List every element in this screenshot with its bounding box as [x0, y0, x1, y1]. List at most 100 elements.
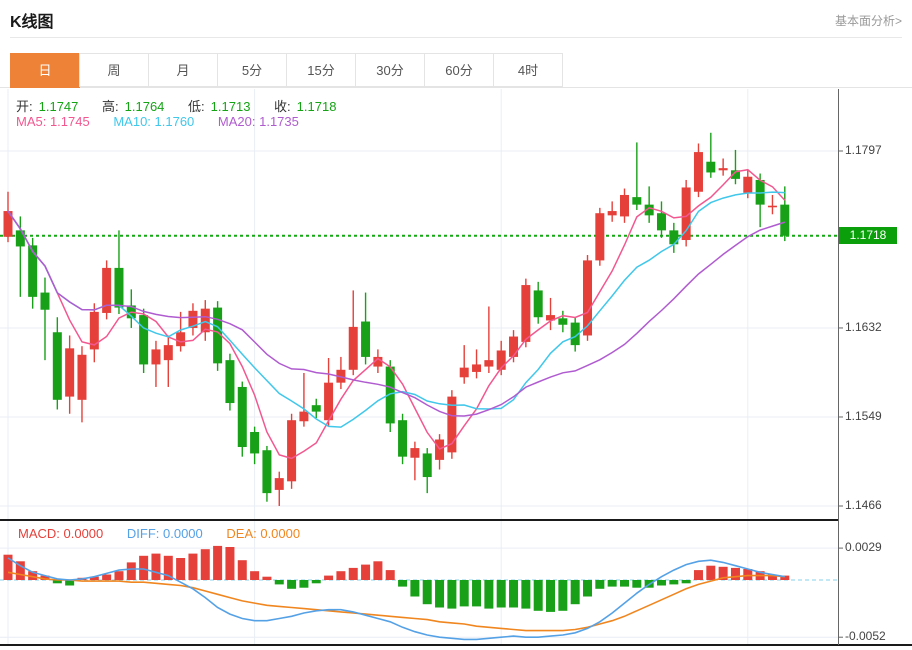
ma20-legend-item: MA20: 1.1735: [217, 114, 299, 129]
ma5-line: [7, 168, 786, 460]
candle-body: [583, 260, 593, 336]
macd-bar: [176, 558, 186, 580]
macd-bar: [299, 580, 309, 588]
candle-body: [176, 332, 186, 347]
tab-30min[interactable]: 30分: [355, 53, 425, 87]
candle-body: [669, 230, 679, 245]
ma10-line: [7, 191, 785, 428]
candle-body: [114, 267, 124, 308]
ma-legend: MA5: 1.1745 MA10: 1.1760 MA20: 1.1735: [16, 114, 305, 129]
macd-bar: [484, 580, 494, 609]
candle-body: [656, 213, 666, 231]
close-label: 收:: [274, 99, 291, 114]
candle-body: [706, 161, 716, 173]
macd-bar: [410, 580, 420, 597]
price-tick-label: 1.1632: [845, 319, 882, 334]
macd-bar: [558, 580, 568, 611]
macd-bar: [472, 580, 482, 607]
candle-body: [15, 230, 25, 247]
candle-body: [398, 420, 408, 457]
tab-day[interactable]: 日: [10, 53, 80, 88]
interval-tabbar: 日 周 月 5分 15分 30分 60分 4时: [10, 53, 563, 88]
macd-bar: [595, 580, 605, 589]
price-tick-label: 1.1466: [845, 497, 882, 512]
macd-bar: [213, 545, 223, 580]
candle-body: [472, 364, 482, 372]
candle-body: [607, 211, 617, 216]
macd-bar: [200, 549, 210, 580]
candle-body: [632, 197, 642, 205]
high-label: 高:: [102, 99, 119, 114]
macd-bar: [656, 580, 666, 586]
candle-body: [767, 205, 777, 208]
tab-15min[interactable]: 15分: [286, 53, 356, 87]
tab-week[interactable]: 周: [79, 53, 149, 87]
macd-legend-item: MACD: 0.0000: [18, 526, 104, 541]
macd-bar: [693, 570, 703, 580]
candle-body: [348, 326, 358, 370]
price-tick-label: 1.1549: [845, 408, 882, 423]
candle-body: [361, 321, 371, 357]
candle-body: [595, 213, 605, 261]
macd-bar: [496, 580, 506, 608]
candle-body: [139, 315, 149, 365]
candle-body: [743, 176, 753, 193]
macd-bar: [311, 580, 321, 584]
candle-body: [422, 453, 432, 478]
macd-bar: [225, 547, 235, 580]
open-label: 开:: [16, 99, 33, 114]
candle-body: [410, 448, 420, 458]
macd-bar: [287, 580, 297, 589]
macd-tick-label: -0.0052: [845, 629, 886, 644]
candle-body: [693, 152, 703, 192]
macd-bar: [607, 580, 617, 587]
close-value: 1.1718: [296, 99, 337, 114]
open-value: 1.1747: [38, 99, 79, 114]
tab-4hour[interactable]: 4时: [493, 53, 563, 87]
tab-5min[interactable]: 5分: [217, 53, 287, 87]
candle-body: [274, 478, 284, 490]
candle-body: [459, 367, 469, 378]
candle-body: [780, 204, 790, 236]
macd-bar: [620, 580, 629, 587]
macd-bar: [373, 561, 383, 580]
candle-body: [28, 245, 38, 297]
macd-bar: [681, 580, 691, 584]
tab-month[interactable]: 月: [148, 53, 218, 87]
macd-bar: [114, 571, 124, 580]
candle-body: [163, 345, 173, 361]
candle-body: [620, 194, 629, 217]
macd-bar: [361, 564, 371, 580]
macd-bar: [324, 575, 334, 580]
macd-bar: [237, 560, 247, 580]
ma10-legend-item: MA10: 1.1760: [113, 114, 195, 129]
macd-bar: [398, 580, 408, 587]
ma5-legend-item: MA5: 1.1745: [16, 114, 90, 129]
tab-60min[interactable]: 60分: [424, 53, 494, 87]
candle-body: [558, 318, 568, 325]
macd-bar: [348, 567, 358, 580]
macd-bar: [546, 580, 556, 612]
candle-body: [250, 431, 260, 454]
diff-legend-item: DIFF: 0.0000: [126, 526, 203, 541]
ma20-line: [7, 210, 786, 417]
candle-body: [521, 285, 531, 342]
dea-legend-item: DEA: 0.0000: [226, 526, 301, 541]
candle-body: [718, 168, 728, 171]
dea-line: [7, 571, 785, 632]
macd-bar: [509, 580, 519, 608]
candle-body: [225, 360, 235, 404]
macd-bar: [730, 567, 740, 580]
macd-bar: [422, 580, 432, 605]
candle-body: [509, 336, 519, 357]
candle-body: [262, 450, 272, 494]
macd-bar: [139, 555, 149, 580]
low-label: 低:: [188, 99, 205, 114]
macd-bar: [250, 571, 260, 580]
macd-bar: [459, 580, 469, 607]
macd-bar: [385, 570, 395, 580]
macd-bar: [126, 562, 136, 580]
candle-body: [40, 292, 50, 310]
macd-legend: MACD: 0.0000 DIFF: 0.0000 DEA: 0.0000: [18, 526, 306, 541]
macd-bar: [706, 565, 716, 580]
